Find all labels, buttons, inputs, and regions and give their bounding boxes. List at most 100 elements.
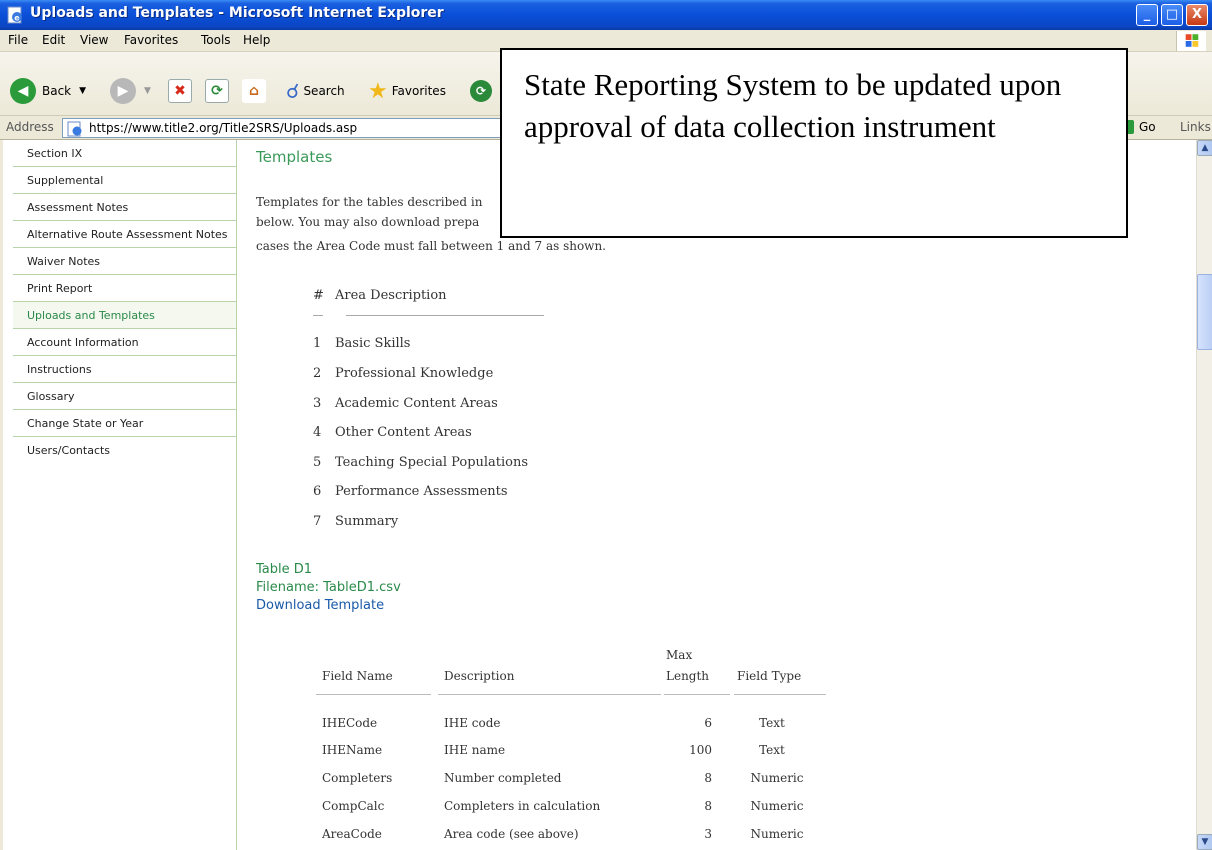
field-header-rule xyxy=(734,694,826,695)
field-name: AreaCode xyxy=(322,827,382,841)
area-row: 5 Teaching Special Populations xyxy=(313,455,528,470)
home-icon: ⌂ xyxy=(242,79,266,103)
sidebar-item-glossary[interactable]: Glossary xyxy=(13,383,236,410)
forward-button[interactable]: ▶ ▼ xyxy=(110,76,151,106)
area-header-num: # xyxy=(313,288,324,303)
area-num: 3 xyxy=(313,396,322,411)
window-title: Uploads and Templates - Microsoft Intern… xyxy=(30,5,444,21)
stop-button[interactable]: ✖ xyxy=(168,76,192,106)
page-title: Templates xyxy=(256,148,333,166)
stop-icon: ✖ xyxy=(168,79,192,103)
sidebar-item-supplemental[interactable]: Supplemental xyxy=(13,167,236,194)
chevron-up-icon: ▲ xyxy=(1201,143,1209,153)
area-desc: Professional Knowledge xyxy=(335,366,494,381)
area-desc: Teaching Special Populations xyxy=(335,455,529,470)
area-desc: Summary xyxy=(335,514,399,529)
sidebar-item-users-contacts[interactable]: Users/Contacts xyxy=(13,437,236,464)
refresh-button[interactable]: ⟳ xyxy=(205,76,229,106)
menu-file[interactable]: File xyxy=(8,33,28,47)
close-button[interactable]: X xyxy=(1186,4,1208,26)
back-button[interactable]: ◀ Back ▼ xyxy=(10,76,86,106)
field-max: 6 xyxy=(704,716,712,730)
area-row: 6 Performance Assessments xyxy=(313,484,508,499)
field-type: Text xyxy=(759,743,785,757)
scroll-down-button[interactable]: ▼ xyxy=(1197,834,1212,850)
chevron-down-icon: ▼ xyxy=(1201,837,1209,847)
field-header-rule xyxy=(316,694,431,695)
sidebar-item-account-information[interactable]: Account Information xyxy=(13,329,236,356)
field-header-max: Max xyxy=(666,648,693,662)
field-type: Numeric xyxy=(750,799,804,813)
minimize-button[interactable]: _ xyxy=(1136,4,1158,26)
menu-tools[interactable]: Tools xyxy=(201,33,231,47)
sidebar-item-instructions[interactable]: Instructions xyxy=(13,356,236,383)
menu-view[interactable]: View xyxy=(80,33,108,47)
field-header-length: Length xyxy=(666,669,710,683)
search-icon: ☌ xyxy=(286,79,300,103)
area-num: 6 xyxy=(313,484,322,499)
area-num: 5 xyxy=(313,455,322,470)
menu-help[interactable]: Help xyxy=(243,33,270,47)
area-header-rule xyxy=(346,315,544,316)
back-label: Back xyxy=(42,84,72,98)
ie-page-icon: e xyxy=(7,6,22,24)
area-row: 4 Other Content Areas xyxy=(313,425,472,440)
field-header-type: Field Type xyxy=(737,669,802,683)
field-header-rule xyxy=(438,694,661,695)
area-desc: Academic Content Areas xyxy=(335,396,498,411)
scroll-up-button[interactable]: ▲ xyxy=(1197,140,1212,156)
chevron-down-icon: ▼ xyxy=(144,86,151,96)
title-bar: e Uploads and Templates - Microsoft Inte… xyxy=(0,0,1212,30)
favorites-star-icon: ★ xyxy=(368,78,388,104)
field-max: 100 xyxy=(689,743,712,757)
field-max: 8 xyxy=(704,771,712,785)
links-button[interactable]: Links xyxy=(1180,120,1211,134)
area-desc: Performance Assessments xyxy=(335,484,508,499)
download-template-link[interactable]: Download Template xyxy=(256,598,384,613)
search-button[interactable]: ☌ Search xyxy=(286,76,345,106)
minimize-icon: _ xyxy=(1143,7,1151,22)
area-num: 1 xyxy=(313,336,322,351)
field-max: 3 xyxy=(704,827,712,841)
field-header-desc: Description xyxy=(444,669,515,683)
address-url: https://www.title2.org/Title2SRS/Uploads… xyxy=(89,121,358,135)
favorites-button[interactable]: ★ Favorites xyxy=(368,76,446,106)
field-name: IHEName xyxy=(322,743,383,757)
history-button[interactable]: ⟳ xyxy=(470,76,492,106)
sidebar-item-assessment-notes[interactable]: Assessment Notes xyxy=(13,194,236,221)
favorites-label: Favorites xyxy=(391,84,446,98)
area-row: 1 Basic Skills xyxy=(313,336,410,351)
field-name: CompCalc xyxy=(322,799,385,813)
browser-window: e Uploads and Templates - Microsoft Inte… xyxy=(0,0,1212,850)
go-label: Go xyxy=(1139,120,1156,134)
sidebar-item-waiver-notes[interactable]: Waiver Notes xyxy=(13,248,236,275)
search-label: Search xyxy=(303,84,345,98)
sidebar-item-print-report[interactable]: Print Report xyxy=(13,275,236,302)
menu-favorites[interactable]: Favorites xyxy=(124,33,178,47)
history-icon: ⟳ xyxy=(470,80,492,102)
field-type: Numeric xyxy=(750,771,804,785)
home-button[interactable]: ⌂ xyxy=(242,76,266,106)
sidebar-item-alternative-route-notes[interactable]: Alternative Route Assessment Notes xyxy=(13,221,236,248)
field-name: IHECode xyxy=(322,716,378,730)
field-header-name: Field Name xyxy=(322,669,393,683)
vertical-scrollbar[interactable]: ▲ ▼ xyxy=(1196,140,1212,850)
windows-flag-icon xyxy=(1176,31,1206,51)
table-filename: Filename: TableD1.csv xyxy=(256,580,401,595)
refresh-icon: ⟳ xyxy=(205,79,229,103)
menu-edit[interactable]: Edit xyxy=(42,33,65,47)
sidebar-item-section-ix[interactable]: Section IX xyxy=(13,140,236,167)
maximize-icon: □ xyxy=(1165,7,1179,22)
field-type: Text xyxy=(759,716,785,730)
field-desc: Completers in calculation xyxy=(444,799,601,813)
main-content: Templates Templates for the tables descr… xyxy=(256,140,1186,850)
scroll-thumb[interactable] xyxy=(1197,274,1212,350)
area-num: 2 xyxy=(313,366,322,381)
maximize-button[interactable]: □ xyxy=(1161,4,1183,26)
callout-text: State Reporting System to be updated upo… xyxy=(524,67,1062,144)
sidebar-item-change-state-year[interactable]: Change State or Year xyxy=(13,410,236,437)
area-num: 7 xyxy=(313,514,322,529)
area-desc: Basic Skills xyxy=(335,336,411,351)
field-type: Numeric xyxy=(750,827,804,841)
sidebar-item-uploads-templates[interactable]: Uploads and Templates xyxy=(13,302,236,329)
